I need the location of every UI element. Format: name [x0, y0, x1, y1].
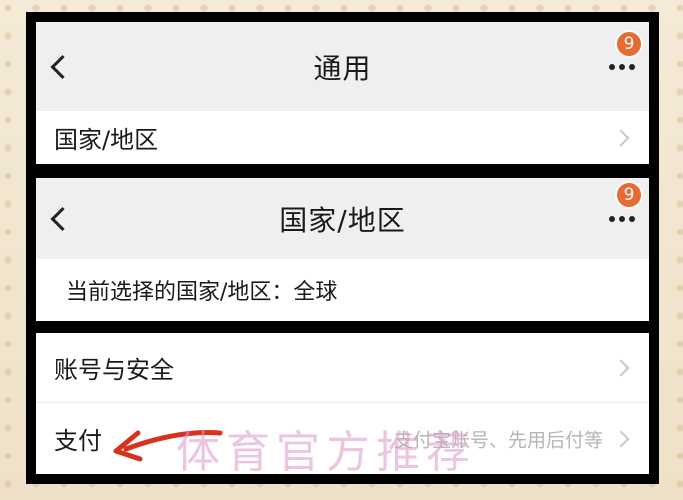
country-region-panel: 国家/地区 9 当前选择的国家/地区：全球	[36, 178, 649, 321]
chevron-right-icon	[612, 430, 630, 447]
chevron-right-icon	[612, 359, 630, 376]
screenshot-collage-frame: 通用 9 国家/地区 国家/地区 9 当前选择的国家/地区：全球 账号与安全 支…	[26, 12, 659, 484]
page-title: 通用	[313, 51, 372, 85]
chevron-right-icon	[612, 129, 630, 146]
more-icon[interactable]	[609, 215, 635, 222]
watermark-text: 体育官方推荐	[176, 427, 476, 478]
general-settings-panel: 通用 9 国家/地区	[36, 22, 649, 164]
notification-badge: 9	[615, 30, 643, 58]
nav-bar: 通用 9	[36, 22, 649, 111]
current-region-text: 当前选择的国家/地区：全球	[66, 280, 338, 305]
current-region-row: 当前选择的国家/地区：全球	[36, 259, 649, 321]
notification-badge: 9	[615, 181, 643, 209]
back-icon[interactable]	[50, 54, 75, 79]
nav-bar: 国家/地区 9	[36, 178, 649, 259]
row-label: 账号与安全	[54, 356, 174, 384]
page-title: 国家/地区	[279, 203, 406, 237]
row-label: 国家/地区	[54, 126, 159, 154]
account-security-row[interactable]: 账号与安全	[36, 333, 649, 403]
country-region-row[interactable]: 国家/地区	[36, 111, 649, 164]
more-icon[interactable]	[609, 63, 635, 70]
back-icon[interactable]	[50, 206, 75, 231]
row-label: 支付	[54, 427, 102, 455]
